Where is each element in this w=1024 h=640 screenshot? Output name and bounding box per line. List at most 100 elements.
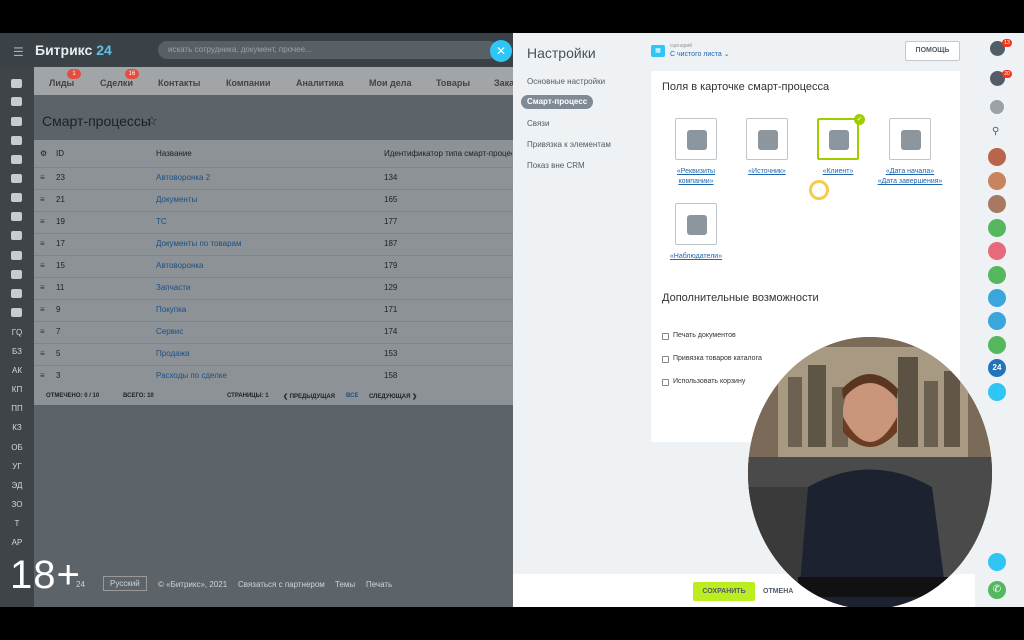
nav-label[interactable]: ЭД [0, 481, 34, 490]
field-observers[interactable] [675, 203, 717, 245]
cell-name-link[interactable]: Сервис [156, 327, 183, 336]
avatar[interactable] [988, 289, 1006, 307]
column-header-name[interactable]: Название [156, 149, 192, 158]
menu-binding[interactable]: Привязка к элементам [527, 140, 611, 149]
nav-label[interactable]: КЗ [0, 423, 34, 432]
gear-icon[interactable]: ⚙ [40, 149, 47, 158]
tab-leads[interactable]: Лиды [49, 78, 74, 88]
field-label[interactable]: «Наблюдатели» [663, 252, 729, 262]
group-icon[interactable] [11, 155, 22, 164]
menu-basic-settings[interactable]: Основные настройки [527, 77, 605, 86]
cell-name-link[interactable]: Запчасти [156, 283, 190, 292]
window-icon[interactable] [11, 270, 22, 279]
card-icon[interactable] [11, 289, 22, 298]
search-input[interactable]: искать сотрудника, документ, прочее... [158, 41, 498, 59]
avatar[interactable] [988, 148, 1006, 166]
nav-label[interactable]: КП [0, 385, 34, 394]
nav-label[interactable]: АК [0, 366, 34, 375]
car-icon[interactable] [11, 231, 22, 240]
cell-name-link[interactable]: ТС [156, 217, 167, 226]
list-icon[interactable] [11, 97, 22, 106]
field-company-details[interactable] [675, 118, 717, 160]
prev-page-link[interactable]: ❮ ПРЕДЫДУЩАЯ [283, 393, 335, 400]
drag-handle-icon[interactable]: ≡ [40, 173, 45, 182]
close-slider-button[interactable]: ✕ [490, 40, 512, 62]
all-link[interactable]: ВСЕ [346, 393, 358, 399]
field-source[interactable] [746, 118, 788, 160]
drag-handle-icon[interactable]: ≡ [40, 327, 45, 336]
chat-icon[interactable] [11, 136, 22, 145]
cell-name-link[interactable]: Автоворонка [156, 261, 203, 270]
cell-name-link[interactable]: Документы [156, 195, 197, 204]
drag-handle-icon[interactable]: ≡ [40, 261, 45, 270]
clock-icon[interactable] [11, 212, 22, 221]
tab-contacts[interactable]: Контакты [158, 78, 200, 88]
nav-label[interactable]: Т [0, 519, 34, 528]
tasks-icon[interactable] [11, 117, 22, 126]
scenario-select[interactable]: С чистого листа ⌄ [670, 50, 730, 58]
field-label[interactable]: «Дата начала» «Дата завершения» [877, 167, 943, 187]
use-cart-checkbox[interactable] [662, 379, 669, 386]
cell-name-link[interactable]: Автоворонка 2 [156, 173, 210, 182]
language-select[interactable]: Русский [103, 576, 147, 591]
column-header-type-id[interactable]: Идентификатор типа смарт-процесса [384, 149, 512, 158]
cart-icon[interactable] [11, 308, 22, 317]
tab-orders[interactable]: Зака [494, 78, 514, 88]
field-client[interactable] [817, 118, 859, 160]
star-icon[interactable]: ☆ [146, 113, 158, 129]
drag-handle-icon[interactable]: ≡ [40, 283, 45, 292]
nav-label[interactable]: ЗО [0, 500, 34, 509]
nav-label[interactable]: ПП [0, 404, 34, 413]
tab-analytics[interactable]: Аналитика [296, 78, 344, 88]
menu-icon[interactable]: ☰ [13, 45, 24, 59]
save-button[interactable]: СОХРАНИТЬ [693, 582, 755, 601]
nav-label[interactable]: БЗ [0, 347, 34, 356]
brand-logo[interactable]: Битрикс 24 [35, 42, 112, 58]
field-dates[interactable] [889, 118, 931, 160]
drive-icon[interactable] [11, 174, 22, 183]
tab-deals[interactable]: Сделки [100, 78, 133, 88]
nav-label[interactable]: УГ [0, 462, 34, 471]
nav-label[interactable]: АР [0, 538, 34, 547]
avatar[interactable] [988, 195, 1006, 213]
avatar[interactable] [988, 242, 1006, 260]
printer-icon[interactable] [11, 251, 22, 260]
field-label[interactable]: «Источник» [734, 167, 800, 177]
calendar-icon[interactable] [11, 193, 22, 202]
avatar[interactable] [988, 219, 1006, 237]
tab-companies[interactable]: Компании [226, 78, 270, 88]
contact-center-icon[interactable] [988, 553, 1006, 571]
menu-outside-crm[interactable]: Показ вне CRM [527, 161, 585, 170]
cell-name-link[interactable]: Продажа [156, 349, 189, 358]
menu-links[interactable]: Связи [527, 119, 549, 128]
cancel-button[interactable]: ОТМЕНА [763, 588, 793, 595]
cell-name-link[interactable]: Расходы по сделке [156, 371, 227, 380]
drag-handle-icon[interactable]: ≡ [40, 217, 45, 226]
nav-label[interactable]: ОБ [0, 443, 34, 452]
cell-name-link[interactable]: Документы по товарам [156, 239, 242, 248]
print-docs-checkbox[interactable] [662, 333, 669, 340]
avatar[interactable] [988, 172, 1006, 190]
avatar[interactable] [988, 336, 1006, 354]
print-link[interactable]: Печать [366, 580, 392, 589]
chat-icon[interactable] [990, 100, 1004, 114]
filter-icon[interactable] [11, 79, 22, 88]
menu-smart-process[interactable]: Смарт-процесс [521, 95, 594, 109]
help-button[interactable]: ПОМОЩЬ [905, 41, 960, 61]
drag-handle-icon[interactable]: ≡ [40, 305, 45, 314]
field-label[interactable]: «Реквизиты компании» [663, 167, 729, 187]
next-page-link[interactable]: СЛЕДУЮЩАЯ ❯ [369, 393, 417, 400]
drag-handle-icon[interactable]: ≡ [40, 239, 45, 248]
catalog-binding-checkbox[interactable] [662, 356, 669, 363]
avatar[interactable] [988, 312, 1006, 330]
tab-my-activities[interactable]: Мои дела [369, 78, 411, 88]
drag-handle-icon[interactable]: ≡ [40, 195, 45, 204]
phone-icon[interactable]: ✆ [988, 581, 1006, 599]
drag-handle-icon[interactable]: ≡ [40, 371, 45, 380]
search-icon[interactable]: ⚲ [992, 126, 1006, 140]
bitrix24-avatar[interactable]: 24 [988, 359, 1006, 377]
drag-handle-icon[interactable]: ≡ [40, 349, 45, 358]
tab-products[interactable]: Товары [436, 78, 470, 88]
partner-link[interactable]: Связаться с партнером [238, 580, 325, 589]
nav-label[interactable]: ГQ [0, 328, 34, 337]
